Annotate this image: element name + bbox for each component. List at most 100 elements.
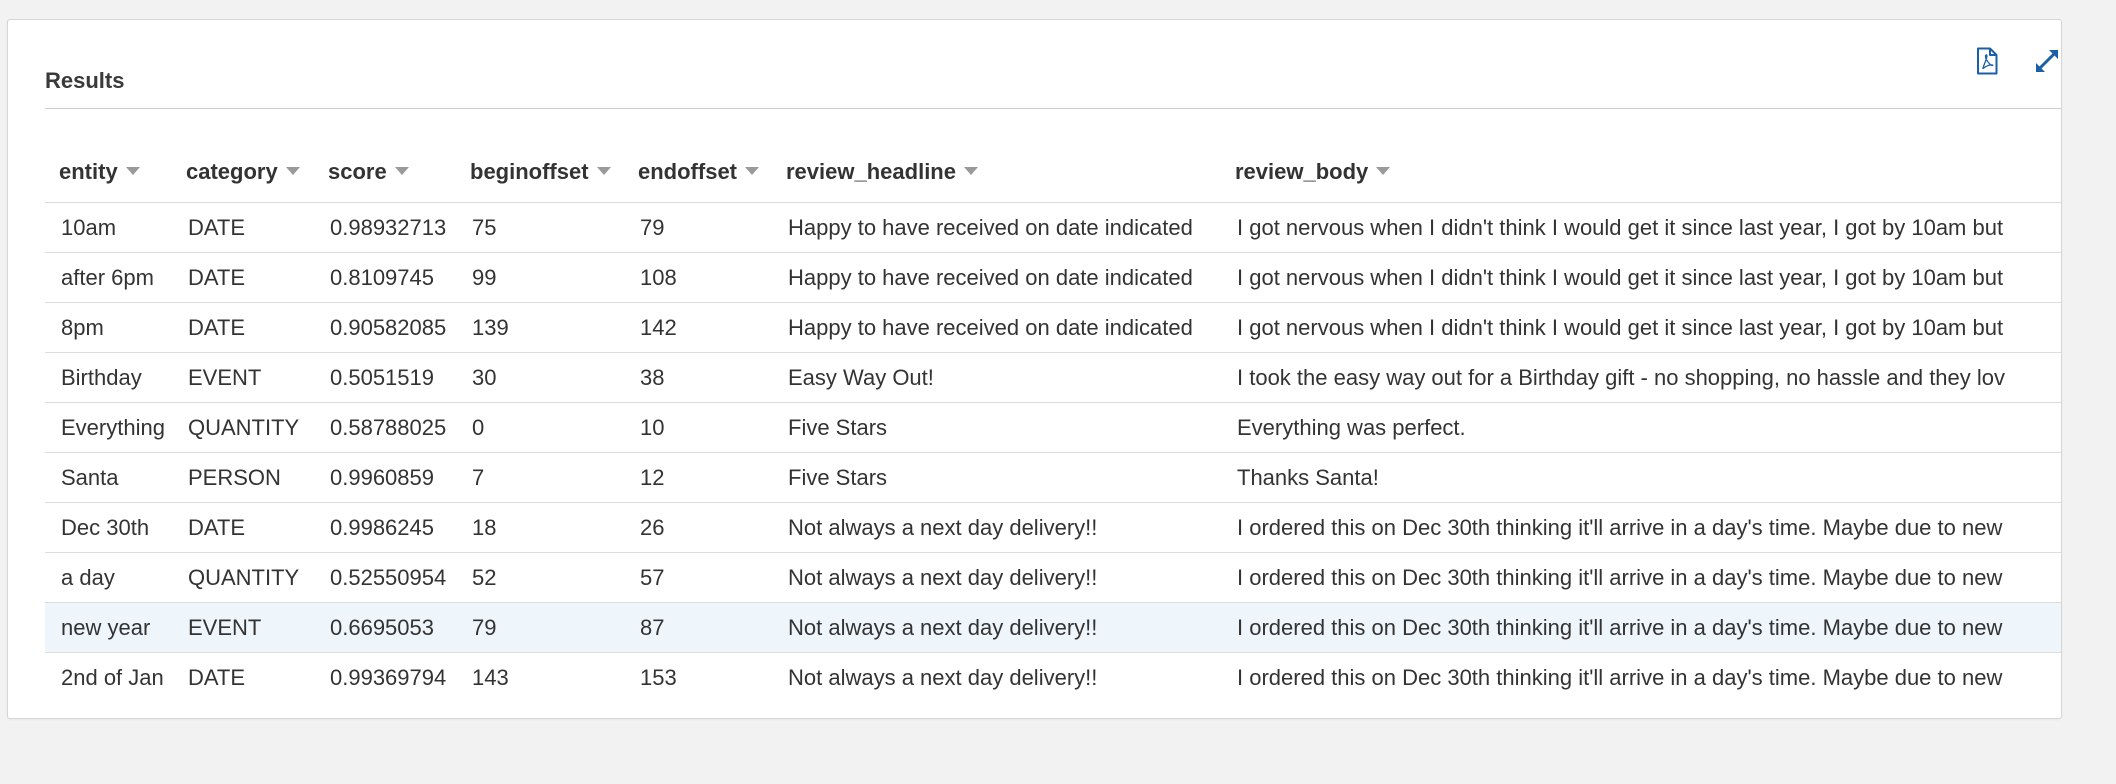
cell-review-headline: Happy to have received on date indicated — [772, 252, 1221, 303]
results-panel: Results entity category score beginoffse… — [7, 19, 2062, 719]
table-row[interactable]: 2nd of Jan DATE 0.99369794 143 153 Not a… — [45, 652, 2061, 702]
cell-beginoffset: 99 — [456, 252, 624, 303]
cell-review-headline: Not always a next day delivery!! — [772, 652, 1221, 702]
cell-endoffset: 87 — [624, 602, 772, 653]
cell-review-headline: Happy to have received on date indicated — [772, 302, 1221, 353]
cell-entity: Birthday — [45, 352, 172, 403]
table-row-highlighted[interactable]: new year EVENT 0.6695053 79 87 Not alway… — [45, 602, 2061, 653]
cell-category: QUANTITY — [172, 552, 314, 603]
column-header-label: score — [328, 159, 387, 184]
cell-entity: Everything — [45, 402, 172, 453]
cell-beginoffset: 18 — [456, 502, 624, 553]
cell-score: 0.5051519 — [314, 352, 456, 403]
table-row[interactable]: a day QUANTITY 0.52550954 52 57 Not alwa… — [45, 552, 2061, 603]
cell-review-body: I ordered this on Dec 30th thinking it'l… — [1221, 652, 2061, 702]
cell-category: DATE — [172, 502, 314, 553]
cell-entity: 2nd of Jan — [45, 652, 172, 702]
cell-review-body: I got nervous when I didn't think I woul… — [1221, 252, 2061, 303]
pdf-export-icon[interactable] — [1970, 44, 2004, 78]
sort-caret-icon[interactable] — [963, 167, 978, 176]
results-table-viewport[interactable]: entity category score beginoffset endoff… — [45, 142, 2061, 702]
cell-beginoffset: 139 — [456, 302, 624, 353]
cell-review-headline: Not always a next day delivery!! — [772, 502, 1221, 553]
cell-score: 0.9960859 — [314, 452, 456, 503]
cell-category: QUANTITY — [172, 402, 314, 453]
cell-review-body: I took the easy way out for a Birthday g… — [1221, 352, 2061, 403]
cell-entity: Dec 30th — [45, 502, 172, 553]
column-header-entity[interactable]: entity — [45, 142, 172, 203]
cell-beginoffset: 79 — [456, 602, 624, 653]
cell-endoffset: 10 — [624, 402, 772, 453]
cell-endoffset: 153 — [624, 652, 772, 702]
column-header-review-headline[interactable]: review_headline — [772, 142, 1221, 203]
cell-score: 0.52550954 — [314, 552, 456, 603]
table-row[interactable]: after 6pm DATE 0.8109745 99 108 Happy to… — [45, 252, 2061, 303]
cell-entity: a day — [45, 552, 172, 603]
cell-endoffset: 38 — [624, 352, 772, 403]
cell-beginoffset: 7 — [456, 452, 624, 503]
column-header-label: beginoffset — [470, 159, 589, 184]
cell-beginoffset: 75 — [456, 202, 624, 253]
cell-review-headline: Five Stars — [772, 402, 1221, 453]
cell-category: EVENT — [172, 352, 314, 403]
cell-beginoffset: 0 — [456, 402, 624, 453]
table-row[interactable]: Everything QUANTITY 0.58788025 0 10 Five… — [45, 402, 2061, 453]
cell-endoffset: 79 — [624, 202, 772, 253]
table-row[interactable]: Santa PERSON 0.9960859 7 12 Five Stars T… — [45, 452, 2061, 503]
cell-category: PERSON — [172, 452, 314, 503]
column-header-label: review_headline — [786, 159, 956, 184]
cell-score: 0.98932713 — [314, 202, 456, 253]
results-table: entity category score beginoffset endoff… — [45, 142, 2061, 702]
cell-entity: new year — [45, 602, 172, 653]
cell-score: 0.9986245 — [314, 502, 456, 553]
sort-caret-icon[interactable] — [596, 167, 611, 176]
cell-entity: 8pm — [45, 302, 172, 353]
column-header-label: category — [186, 159, 278, 184]
cell-score: 0.8109745 — [314, 252, 456, 303]
column-header-label: review_body — [1235, 159, 1369, 184]
cell-endoffset: 108 — [624, 252, 772, 303]
expand-fullscreen-icon[interactable] — [2030, 44, 2064, 78]
cell-review-headline: Five Stars — [772, 452, 1221, 503]
cell-score: 0.58788025 — [314, 402, 456, 453]
column-header-beginoffset[interactable]: beginoffset — [456, 142, 624, 203]
cell-review-body: I ordered this on Dec 30th thinking it'l… — [1221, 602, 2061, 653]
cell-category: EVENT — [172, 602, 314, 653]
cell-review-body: Everything was perfect. — [1221, 402, 2061, 453]
sort-caret-icon[interactable] — [125, 167, 140, 176]
table-row[interactable]: Dec 30th DATE 0.9986245 18 26 Not always… — [45, 502, 2061, 553]
cell-category: DATE — [172, 652, 314, 702]
cell-category: DATE — [172, 302, 314, 353]
table-row[interactable]: Birthday EVENT 0.5051519 30 38 Easy Way … — [45, 352, 2061, 403]
column-header-category[interactable]: category — [172, 142, 314, 203]
cell-score: 0.90582085 — [314, 302, 456, 353]
column-header-score[interactable]: score — [314, 142, 456, 203]
cell-beginoffset: 52 — [456, 552, 624, 603]
cell-endoffset: 57 — [624, 552, 772, 603]
cell-review-headline: Not always a next day delivery!! — [772, 602, 1221, 653]
cell-review-body: I got nervous when I didn't think I woul… — [1221, 202, 2061, 253]
cell-category: DATE — [172, 252, 314, 303]
cell-review-body: I ordered this on Dec 30th thinking it'l… — [1221, 502, 2061, 553]
sort-caret-icon[interactable] — [1376, 167, 1391, 176]
table-header-row: entity category score beginoffset endoff… — [45, 142, 2061, 203]
cell-review-headline: Happy to have received on date indicated — [772, 202, 1221, 253]
cell-score: 0.99369794 — [314, 652, 456, 702]
cell-review-body: I got nervous when I didn't think I woul… — [1221, 302, 2061, 353]
cell-endoffset: 142 — [624, 302, 772, 353]
sort-caret-icon[interactable] — [745, 167, 759, 176]
cell-endoffset: 12 — [624, 452, 772, 503]
cell-review-headline: Easy Way Out! — [772, 352, 1221, 403]
column-header-review-body[interactable]: review_body — [1221, 142, 2061, 203]
table-row[interactable]: 10am DATE 0.98932713 75 79 Happy to have… — [45, 202, 2061, 253]
column-header-label: endoffset — [638, 159, 737, 184]
sort-caret-icon[interactable] — [285, 167, 300, 176]
sort-caret-icon[interactable] — [394, 167, 409, 176]
cell-review-body: Thanks Santa! — [1221, 452, 2061, 503]
table-row[interactable]: 8pm DATE 0.90582085 139 142 Happy to hav… — [45, 302, 2061, 353]
panel-title: Results — [45, 68, 125, 93]
column-header-endoffset[interactable]: endoffset — [624, 142, 772, 203]
cell-entity: Santa — [45, 452, 172, 503]
cell-beginoffset: 143 — [456, 652, 624, 702]
cell-entity: after 6pm — [45, 252, 172, 303]
